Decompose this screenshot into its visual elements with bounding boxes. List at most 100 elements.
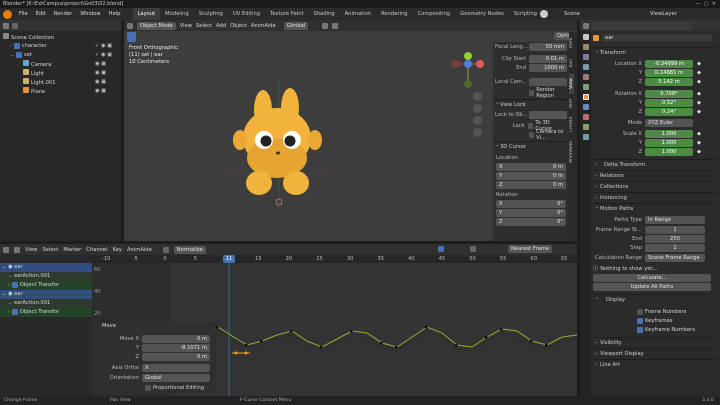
- rotation-y-field[interactable]: 0.52°: [645, 99, 693, 107]
- clip-end-field[interactable]: 1000 m: [529, 63, 567, 72]
- modifier-icon[interactable]: [582, 104, 589, 110]
- location-z-field[interactable]: 5.142 m: [645, 78, 693, 86]
- output-icon[interactable]: [582, 54, 589, 60]
- render-region-checkbox[interactable]: [529, 89, 535, 96]
- object-props-icon[interactable]: [582, 94, 589, 100]
- rotation-z-field[interactable]: 0.24°: [645, 108, 693, 116]
- menu-render[interactable]: Render: [50, 8, 76, 20]
- calculation-range-dropdown[interactable]: Scene Frame Range: [645, 254, 705, 262]
- frame-ruler[interactable]: -10-505101520253035404550556065: [92, 255, 577, 263]
- constraint-icon[interactable]: [582, 124, 589, 130]
- select-tool-icon[interactable]: [127, 32, 136, 42]
- keyframes-checkbox[interactable]: [637, 317, 643, 324]
- graph-menu-key[interactable]: Key: [113, 247, 122, 253]
- window-controls[interactable]: — ▢ ✕: [696, 0, 716, 8]
- physics-icon[interactable]: [582, 114, 589, 120]
- tab-layout[interactable]: Layout: [132, 8, 161, 20]
- keyframe-diamond-icon[interactable]: ◆: [697, 149, 701, 155]
- delta-transform-section[interactable]: Delta Transform: [593, 159, 717, 171]
- keyframe-numbers-checkbox[interactable]: [637, 326, 643, 333]
- keyframe-diamond-icon[interactable]: ◆: [697, 131, 701, 137]
- snap-mode-dropdown[interactable]: Nearest Frame: [508, 245, 552, 253]
- tab-geometry-nodes[interactable]: Geometry Nodes: [455, 8, 509, 20]
- proportional-editing-checkbox[interactable]: [145, 385, 151, 391]
- character-mesh[interactable]: [224, 80, 334, 210]
- local-camera-field[interactable]: [529, 77, 567, 86]
- keyframe-diamond-icon[interactable]: ◆: [697, 61, 701, 67]
- menu-edit[interactable]: Edit: [32, 8, 50, 20]
- only-selected-icon[interactable]: [438, 246, 444, 252]
- scene-name[interactable]: Scene: [564, 8, 580, 20]
- tab-uv-editing[interactable]: UV Editing: [228, 8, 265, 20]
- checkbox-icon[interactable]: [11, 281, 18, 288]
- graph-menu-channel[interactable]: Channel: [86, 247, 107, 253]
- motion-paths-section[interactable]: Motion Paths: [593, 202, 717, 214]
- keyframe-diamond-icon[interactable]: ◆: [697, 91, 701, 97]
- frame-range-start-field[interactable]: 1: [645, 226, 705, 234]
- graph-menu-view[interactable]: View: [25, 247, 37, 253]
- keyframe-diamond-icon[interactable]: ◆: [697, 100, 701, 106]
- rotation-mode-dropdown[interactable]: XYZ Euler: [645, 119, 693, 127]
- viewport-menu-view[interactable]: View: [180, 23, 192, 29]
- axis-ortho-dropdown[interactable]: X: [142, 364, 210, 372]
- object-mode-dropdown[interactable]: Object Mode: [137, 21, 176, 30]
- object-name-field[interactable]: ear: [602, 34, 712, 42]
- pan-hand-icon[interactable]: [473, 104, 482, 113]
- tool-icon[interactable]: [582, 34, 589, 40]
- filter-icon[interactable]: [12, 22, 18, 29]
- outliner-editor-icon[interactable]: [3, 22, 9, 29]
- clip-start-field[interactable]: 0.01 m: [529, 54, 567, 63]
- proportional-edit-icon[interactable]: [332, 22, 339, 29]
- rotation-x-field[interactable]: 0.708°: [645, 90, 693, 98]
- viewport-display-section[interactable]: Viewport Display: [593, 348, 717, 360]
- channel-group-transforms-2[interactable]: › Object Transfor: [0, 308, 92, 317]
- tab-scripting[interactable]: Scripting: [509, 8, 542, 20]
- paths-type-dropdown[interactable]: In Range: [645, 216, 705, 224]
- keyframe-diamond-icon[interactable]: ◆: [697, 70, 701, 76]
- render-icon[interactable]: [582, 44, 589, 50]
- outliner-item-set[interactable]: ⌄ set ✓ ◉ ▣: [3, 51, 121, 60]
- visibility-icons[interactable]: ✓ ◉ ▣: [95, 51, 112, 60]
- lock-cursor-checkbox[interactable]: [527, 122, 534, 129]
- tab-animaide[interactable]: AnimAide: [569, 136, 574, 168]
- current-frame-indicator[interactable]: 11: [223, 255, 235, 263]
- outliner-item-plane[interactable]: Plane ◉ ▣: [3, 87, 121, 96]
- update-all-paths-button[interactable]: Update All Paths: [593, 283, 711, 291]
- cursor-rotation-y[interactable]: Y 0°: [496, 209, 566, 217]
- tab-modeling[interactable]: Modeling: [160, 8, 194, 20]
- cursor-location-z[interactable]: Z0 m: [496, 181, 566, 189]
- channel-group-transforms[interactable]: › Object Transfor: [0, 281, 92, 290]
- outliner-item-character[interactable]: › character ✓ ◉ ▣: [3, 42, 121, 51]
- visibility-icons[interactable]: ✓ ◉ ▣: [95, 42, 112, 51]
- graph-mode-icon[interactable]: [14, 246, 20, 253]
- keyframe-diamond-icon[interactable]: ◆: [697, 109, 701, 115]
- outliner-item-scene-collection[interactable]: Scene Collection: [3, 33, 121, 42]
- relations-section[interactable]: Relations: [593, 170, 717, 182]
- cursor-location-x[interactable]: X0 m: [496, 163, 566, 171]
- tab-sculpting[interactable]: Sculpting: [194, 8, 228, 20]
- cursor-location-y[interactable]: Y0 m: [496, 172, 566, 180]
- display-section[interactable]: Display: [593, 293, 717, 305]
- tab-create[interactable]: Create: [569, 112, 574, 136]
- scale-z-field[interactable]: 1.000: [645, 148, 693, 156]
- editor-type-icon[interactable]: [127, 22, 133, 29]
- move-x-field[interactable]: 0 m: [142, 335, 210, 343]
- viewport-menu-select[interactable]: Select: [196, 23, 212, 29]
- menu-help[interactable]: Help: [105, 8, 125, 20]
- frame-numbers-checkbox[interactable]: [637, 308, 643, 315]
- outliner-item-light-001[interactable]: Light.001 ◉ ▣: [3, 78, 121, 87]
- checkbox-icon[interactable]: [13, 42, 20, 49]
- blender-logo-icon[interactable]: [3, 9, 12, 19]
- camera-view-icon[interactable]: [473, 116, 482, 125]
- channel-action[interactable]: ⌄ earAction.001: [0, 272, 92, 281]
- tab-texture-paint[interactable]: Texture Paint: [265, 8, 308, 20]
- menu-window[interactable]: Window: [76, 8, 104, 20]
- frame-range-end-field[interactable]: 250: [645, 235, 705, 243]
- checkbox-icon[interactable]: [11, 308, 18, 315]
- properties-editor-icon[interactable]: [583, 22, 589, 29]
- visibility-icons[interactable]: ◉ ▣: [95, 78, 106, 87]
- world-icon[interactable]: [582, 84, 589, 90]
- step-field[interactable]: 1: [645, 244, 705, 252]
- data-icon[interactable]: [582, 134, 589, 140]
- viewport-menu-add[interactable]: Add: [216, 23, 226, 29]
